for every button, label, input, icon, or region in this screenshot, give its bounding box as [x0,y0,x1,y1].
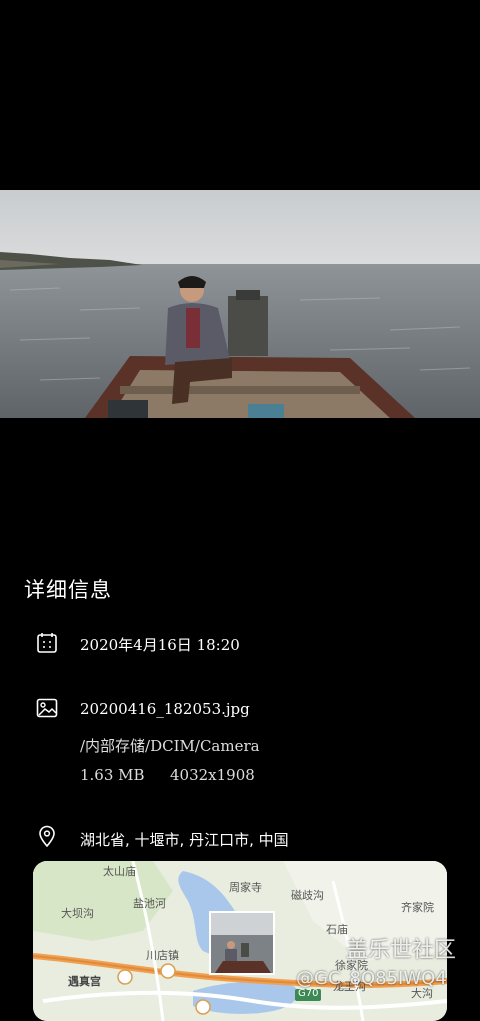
map-photo-thumbnail[interactable] [209,911,275,975]
photo-view[interactable] [0,190,480,418]
map-label: 石庙 [326,923,348,936]
map-label: 遇真宫 [68,975,101,988]
watermark-brand: 盖乐世社区 [346,938,457,963]
photo-image [0,190,480,418]
map-label: 太山庙 [103,865,136,878]
date-time-text: 2020年4月16日 18:20 [80,636,240,654]
thumbnail-image [211,913,273,973]
highway-badge: G70 [298,988,319,999]
file-name: 20200416_182053.jpg [80,700,250,718]
details-title: 详细信息 [24,578,112,602]
map-label: 大坝沟 [61,907,94,920]
file-size: 1.63 MB [80,766,145,784]
map-label: 川店镇 [146,949,179,962]
image-resolution: 4032x1908 [170,766,255,784]
image-icon [36,698,58,718]
calendar-icon [37,633,57,653]
map-label: 磁歧沟 [291,889,324,902]
location-text: 湖北省, 十堰市, 丹江口市, 中国 [80,831,289,849]
map-label: 周家寺 [229,881,262,894]
map-label: 齐家院 [401,901,434,914]
map-label: 盐池河 [133,897,166,910]
watermark-user: @GC_8Q85IWQ4 [296,968,447,989]
file-path: /内部存储/DCIM/Camera [80,737,260,755]
location-pin-icon [39,825,55,847]
